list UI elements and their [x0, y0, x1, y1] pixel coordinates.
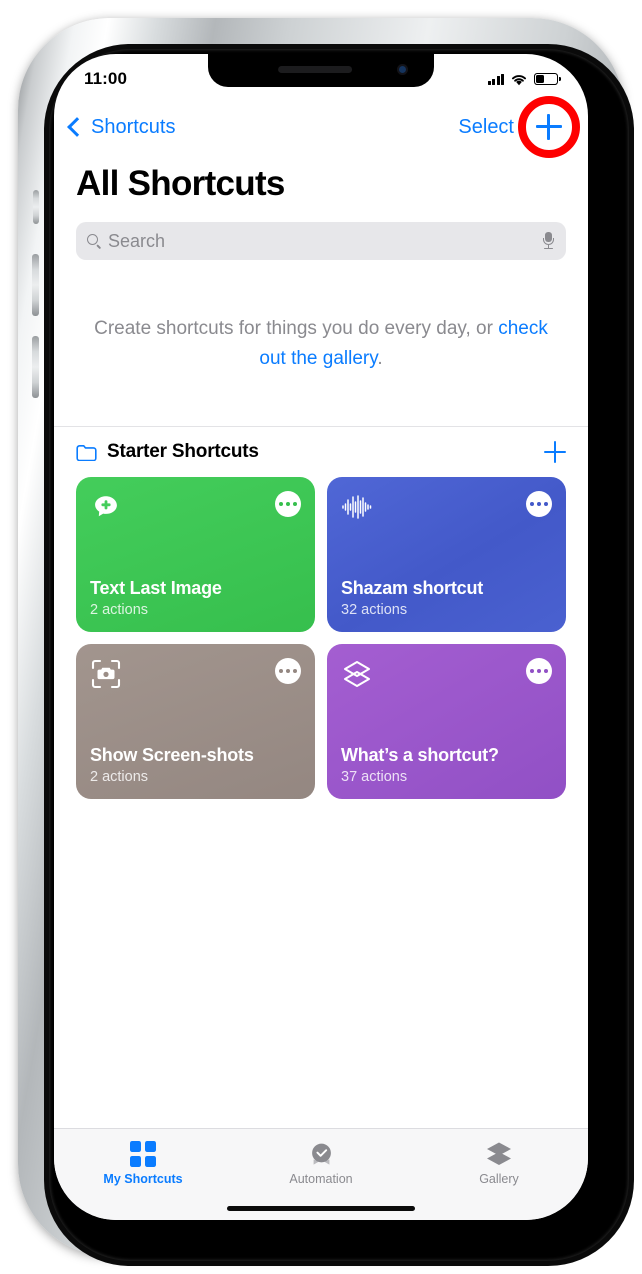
layers-icon — [485, 1139, 513, 1169]
shortcut-card[interactable]: Text Last Image 2 actions — [76, 477, 315, 632]
card-action-count: 2 actions — [90, 769, 149, 785]
card-header — [90, 491, 301, 527]
screenshot-root: 11:00 Shortcuts Select All Shortcuts Sea… — [0, 0, 642, 1274]
navigation-bar: Shortcuts Select — [54, 96, 588, 158]
plus-icon — [536, 114, 562, 140]
card-header — [90, 658, 301, 694]
search-icon — [87, 234, 101, 248]
shortcut-card[interactable]: What’s a shortcut? 37 actions — [327, 644, 566, 799]
shortcut-card[interactable]: Shazam shortcut 32 actions — [327, 477, 566, 632]
card-header — [341, 658, 552, 694]
card-body: Shazam shortcut 32 actions — [341, 577, 552, 618]
select-button[interactable]: Select — [458, 116, 514, 139]
card-header — [341, 491, 552, 527]
folder-name: Starter Shortcuts — [107, 441, 259, 462]
empty-state-period: . — [377, 348, 383, 369]
waveform-icon — [341, 491, 373, 523]
clock-check-icon — [308, 1139, 335, 1169]
card-title: What’s a shortcut? — [341, 745, 499, 765]
folder-section-header: Starter Shortcuts — [54, 427, 588, 463]
card-menu-button[interactable] — [526, 491, 552, 517]
card-title: Shazam shortcut — [341, 578, 484, 598]
search-field[interactable]: Search — [76, 222, 566, 260]
tab-my-shortcuts[interactable]: My Shortcuts — [54, 1129, 232, 1220]
card-menu-button[interactable] — [275, 491, 301, 517]
front-camera-icon — [397, 64, 408, 75]
shortcut-card[interactable]: Show Screen-shots 2 actions — [76, 644, 315, 799]
cellular-signal-icon — [487, 73, 504, 85]
battery-icon — [534, 73, 561, 85]
card-action-count: 2 actions — [90, 602, 149, 618]
volume-down-button[interactable] — [32, 336, 39, 398]
card-body: Show Screen-shots 2 actions — [90, 744, 301, 785]
add-shortcut-button[interactable] — [518, 96, 580, 158]
shortcuts-grid: Text Last Image 2 actions Shazam shortcu… — [54, 463, 588, 799]
nav-actions: Select — [458, 96, 580, 158]
card-body: Text Last Image 2 actions — [90, 577, 301, 618]
phone-screen: 11:00 Shortcuts Select All Shortcuts Sea… — [54, 54, 588, 1220]
card-title: Show Screen-shots — [90, 745, 254, 765]
add-to-folder-button[interactable] — [544, 441, 566, 463]
search-placeholder: Search — [108, 230, 166, 251]
status-time: 11:00 — [84, 69, 128, 88]
folder-icon — [76, 444, 97, 461]
card-action-count: 32 actions — [341, 602, 408, 618]
wifi-icon — [511, 74, 527, 85]
chevron-left-icon — [67, 117, 87, 137]
status-indicators — [487, 73, 561, 86]
home-indicator[interactable] — [227, 1206, 415, 1211]
camera-viewfinder-icon — [90, 658, 122, 690]
volume-up-button[interactable] — [32, 254, 39, 316]
tab-gallery[interactable]: Gallery — [410, 1129, 588, 1220]
main-content: All Shortcuts Search Create shortcuts fo… — [54, 154, 588, 1128]
card-body: What’s a shortcut? 37 actions — [341, 744, 552, 785]
message-plus-icon — [90, 491, 122, 523]
card-menu-button[interactable] — [275, 658, 301, 684]
empty-state-text: Create shortcuts for things you do every… — [94, 318, 499, 339]
silent-switch[interactable] — [33, 190, 39, 224]
earpiece-speaker — [278, 66, 353, 73]
tab-label: Gallery — [479, 1172, 519, 1186]
tab-label: Automation — [289, 1172, 353, 1186]
page-title: All Shortcuts — [76, 164, 285, 203]
notch — [208, 54, 434, 87]
card-menu-button[interactable] — [526, 658, 552, 684]
card-title: Text Last Image — [90, 578, 222, 598]
layers-icon — [341, 658, 373, 690]
grid-squares-icon — [130, 1139, 156, 1169]
back-button[interactable]: Shortcuts — [67, 115, 176, 139]
back-button-label: Shortcuts — [91, 115, 176, 138]
empty-state-message: Create shortcuts for things you do every… — [92, 314, 550, 374]
microphone-icon[interactable] — [542, 232, 555, 250]
card-action-count: 37 actions — [341, 769, 408, 785]
tab-label: My Shortcuts — [103, 1172, 183, 1186]
